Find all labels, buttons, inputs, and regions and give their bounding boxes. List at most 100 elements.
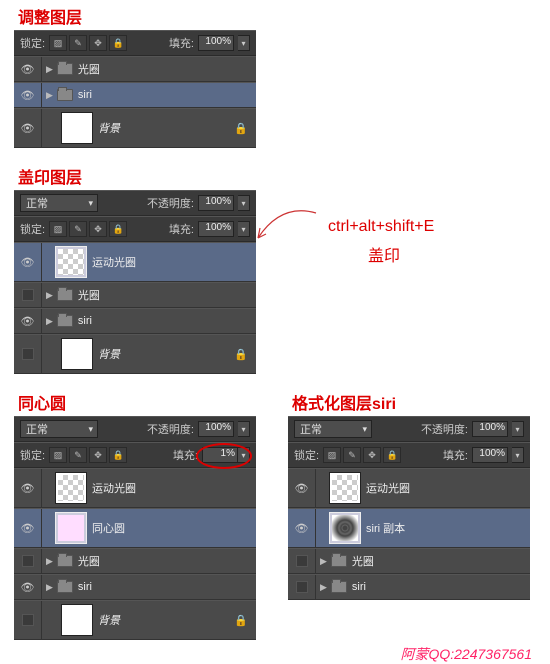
fill-label: 填充: (169, 221, 194, 237)
lock-pixels-icon[interactable]: ✎ (69, 447, 87, 463)
layer-name: 运动光圈 (92, 480, 136, 496)
layer-background[interactable]: 👁 背景 🔒 (14, 108, 256, 148)
fill-value[interactable]: 100% (198, 221, 234, 237)
blend-mode-dropdown[interactable]: 正常 (294, 420, 372, 438)
layer-group-aperture[interactable]: ▶ 光圈 (14, 548, 256, 574)
lock-position-icon[interactable]: ✥ (89, 221, 107, 237)
lock-position-icon[interactable]: ✥ (363, 447, 381, 463)
visibility-icon[interactable]: 👁 (288, 469, 316, 507)
layer-name: 背景 (98, 120, 120, 136)
lock-pixels-icon[interactable]: ✎ (69, 35, 87, 51)
visibility-icon[interactable]: 👁 (14, 309, 42, 333)
opacity-value[interactable]: 100% (198, 421, 234, 437)
layer-thumbnail (56, 513, 86, 543)
layer-motion[interactable]: 👁 运动光圈 (14, 242, 256, 282)
fill-value[interactable]: 100% (472, 447, 508, 463)
layer-name: siri (78, 581, 92, 593)
lock-transparent-icon[interactable]: ▨ (49, 221, 67, 237)
disclosure-icon[interactable]: ▶ (320, 582, 327, 593)
visibility-icon[interactable] (14, 335, 42, 373)
visibility-icon[interactable]: 👁 (14, 469, 42, 507)
layer-group-aperture[interactable]: ▶ 光圈 (14, 282, 256, 308)
layer-group-siri[interactable]: ▶ siri (288, 574, 530, 600)
disclosure-icon[interactable]: ▶ (46, 90, 53, 101)
layer-group-siri[interactable]: 👁 ▶ siri (14, 82, 256, 108)
section-4: 格式化图层siri 正常 不透明度: 100%▾ 锁定: ▨ ✎ ✥ 🔒 (288, 388, 530, 600)
fill-dropdown-icon[interactable]: ▾ (238, 447, 250, 463)
layer-name: 背景 (98, 346, 120, 362)
layer-group-siri[interactable]: 👁 ▶ siri (14, 574, 256, 600)
fill-value-highlighted[interactable]: 1% (202, 447, 238, 463)
lock-row-3: 锁定: ▨ ✎ ✥ 🔒 填充: 1%▾ (14, 442, 256, 468)
layer-concentric[interactable]: 👁 同心圆 (14, 508, 256, 548)
opacity-value[interactable]: 100% (472, 421, 508, 437)
layer-group-aperture[interactable]: 👁 ▶ 光圈 (14, 56, 256, 82)
folder-icon (57, 555, 73, 567)
layer-name: 光圈 (78, 287, 100, 303)
disclosure-icon[interactable]: ▶ (46, 64, 53, 75)
layer-thumbnail (62, 605, 92, 635)
lock-all-icon[interactable]: 🔒 (109, 447, 127, 463)
section-3: 同心圆 正常 不透明度: 100%▾ 锁定: ▨ ✎ ✥ 🔒 (14, 388, 256, 640)
lock-position-icon[interactable]: ✥ (89, 35, 107, 51)
disclosure-icon[interactable]: ▶ (46, 290, 53, 301)
layer-thumbnail (330, 473, 360, 503)
fill-dropdown-icon[interactable]: ▾ (512, 447, 524, 463)
folder-icon (331, 581, 347, 593)
visibility-icon[interactable] (14, 549, 42, 573)
lock-label: 锁定: (294, 447, 319, 463)
blend-mode-dropdown[interactable]: 正常 (20, 420, 98, 438)
visibility-icon[interactable] (288, 575, 316, 599)
lock-position-icon[interactable]: ✥ (89, 447, 107, 463)
lock-transparent-icon[interactable]: ▨ (323, 447, 341, 463)
visibility-icon[interactable]: 👁 (14, 109, 42, 147)
layers-panel-1: 锁定: ▨ ✎ ✥ 🔒 填充: 100%▾ 👁 ▶ 光圈 👁 ▶ (14, 30, 256, 148)
section-title-1: 调整图层 (14, 2, 86, 30)
lock-label: 锁定: (20, 447, 45, 463)
visibility-icon[interactable]: 👁 (14, 57, 42, 81)
visibility-icon[interactable]: 👁 (14, 575, 42, 599)
lock-row-4: 锁定: ▨ ✎ ✥ 🔒 填充: 100%▾ (288, 442, 530, 468)
layer-group-siri[interactable]: 👁 ▶ siri (14, 308, 256, 334)
blend-mode-dropdown[interactable]: 正常 (20, 194, 98, 212)
folder-icon (57, 89, 73, 101)
layer-background[interactable]: 背景 🔒 (14, 600, 256, 640)
layer-name: siri (352, 581, 366, 593)
lock-transparent-icon[interactable]: ▨ (49, 35, 67, 51)
stamp-annotation: 盖印 (368, 242, 434, 266)
lock-transparent-icon[interactable]: ▨ (49, 447, 67, 463)
disclosure-icon[interactable]: ▶ (46, 556, 53, 567)
visibility-icon[interactable]: 👁 (14, 83, 42, 107)
disclosure-icon[interactable]: ▶ (46, 582, 53, 593)
fill-label: 填充: (169, 35, 194, 51)
layer-thumbnail (56, 247, 86, 277)
visibility-icon[interactable]: 👁 (14, 243, 42, 281)
layer-background[interactable]: 背景 🔒 (14, 334, 256, 374)
fill-dropdown-icon[interactable]: ▾ (238, 35, 250, 51)
lock-label: 锁定: (20, 221, 45, 237)
lock-all-icon[interactable]: 🔒 (109, 221, 127, 237)
opacity-dropdown-icon[interactable]: ▾ (238, 421, 250, 437)
layer-name: siri (78, 89, 92, 101)
visibility-icon[interactable]: 👁 (288, 509, 316, 547)
lock-all-icon[interactable]: 🔒 (383, 447, 401, 463)
opacity-dropdown-icon[interactable]: ▾ (512, 421, 524, 437)
blend-row: 正常 不透明度: 100%▾ (14, 416, 256, 442)
disclosure-icon[interactable]: ▶ (46, 316, 53, 327)
layer-group-aperture[interactable]: ▶ 光圈 (288, 548, 530, 574)
visibility-icon[interactable] (14, 283, 42, 307)
layer-name: 背景 (98, 612, 120, 628)
fill-value[interactable]: 100% (198, 35, 234, 51)
lock-pixels-icon[interactable]: ✎ (69, 221, 87, 237)
opacity-value[interactable]: 100% (198, 195, 234, 211)
layer-motion[interactable]: 👁 运动光圈 (14, 468, 256, 508)
lock-all-icon[interactable]: 🔒 (109, 35, 127, 51)
lock-pixels-icon[interactable]: ✎ (343, 447, 361, 463)
layer-name: 光圈 (78, 61, 100, 77)
disclosure-icon[interactable]: ▶ (320, 556, 327, 567)
layer-siri-copy[interactable]: 👁 siri 副本 (288, 508, 530, 548)
visibility-icon[interactable] (14, 601, 42, 639)
visibility-icon[interactable]: 👁 (14, 509, 42, 547)
visibility-icon[interactable] (288, 549, 316, 573)
layer-motion[interactable]: 👁 运动光圈 (288, 468, 530, 508)
